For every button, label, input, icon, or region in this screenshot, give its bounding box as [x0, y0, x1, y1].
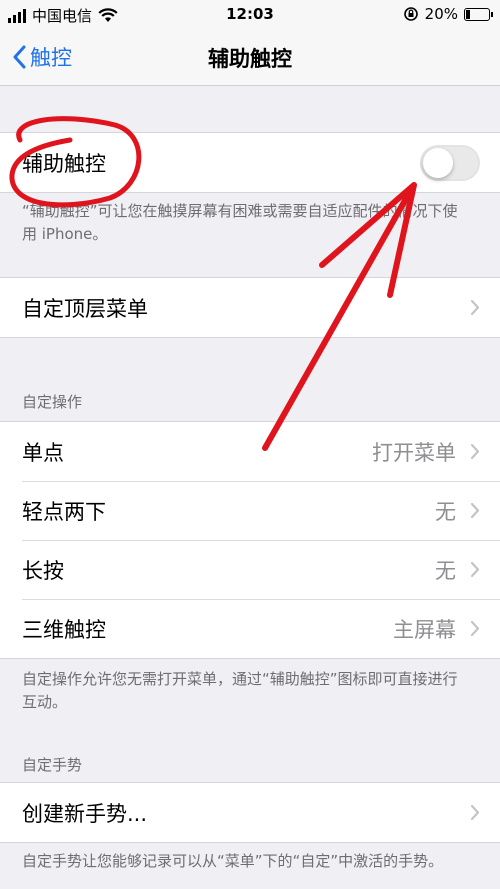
orientation-lock-icon: [403, 7, 418, 21]
navigation-bar: 触控 辅助触控: [0, 30, 500, 86]
action-value: 主屏幕: [393, 617, 456, 642]
custom-gestures-header: 自定手势: [22, 756, 83, 774]
battery-percent: 20%: [424, 5, 458, 23]
assistive-touch-row: 辅助触控: [0, 133, 500, 192]
toggle-knob: [423, 148, 453, 178]
status-bar: 中国电信 12:03 20%: [0, 0, 500, 30]
action-value: 无: [435, 558, 456, 583]
custom-gestures-footnote: 自定手势让您能够记录可以从“菜单”下的“自定”中激活的手势。: [22, 852, 444, 870]
customize-top-menu-label: 自定顶层菜单: [22, 296, 148, 321]
custom-actions-footnote: 自定操作允许您无需打开菜单，通过“辅助触控”图标即可直接进行互动。: [22, 670, 458, 711]
customize-top-menu-row[interactable]: 自定顶层菜单: [0, 278, 500, 337]
create-new-gesture-row[interactable]: 创建新手势...: [0, 783, 500, 842]
custom-gestures-group: 创建新手势...: [0, 782, 500, 843]
assistive-touch-group: 辅助触控: [0, 132, 500, 193]
action-row-long-press[interactable]: 长按 无: [0, 540, 500, 599]
action-row-single-tap[interactable]: 单点 打开菜单: [0, 422, 500, 481]
custom-actions-header: 自定操作: [22, 393, 83, 411]
assistive-touch-footnote: “辅助触控”可让您在触摸屏幕有困难或需要自适应配件的情况下使用 iPhone。: [22, 202, 458, 243]
battery-icon: [464, 7, 493, 21]
custom-actions-group: 单点 打开菜单 轻点两下 无 长按 无 三维触控 主屏幕: [0, 421, 500, 659]
page-title: 辅助触控: [208, 47, 292, 71]
chevron-right-icon: [470, 299, 480, 316]
chevron-right-icon: [470, 443, 480, 460]
top-menu-group: 自定顶层菜单: [0, 277, 500, 338]
chevron-right-icon: [470, 620, 480, 637]
action-value: 无: [435, 499, 456, 524]
create-new-gesture-label: 创建新手势...: [22, 801, 148, 826]
assistive-touch-toggle[interactable]: [420, 145, 480, 181]
chevron-right-icon: [470, 561, 480, 578]
action-label: 单点: [22, 440, 64, 465]
action-label: 轻点两下: [22, 499, 106, 524]
chevron-right-icon: [470, 502, 480, 519]
action-label: 长按: [22, 558, 64, 583]
action-value: 打开菜单: [372, 440, 456, 465]
assistive-touch-label: 辅助触控: [22, 151, 106, 176]
chevron-right-icon: [470, 804, 480, 821]
action-row-3d-touch[interactable]: 三维触控 主屏幕: [0, 599, 500, 658]
action-row-double-tap[interactable]: 轻点两下 无: [0, 481, 500, 540]
action-label: 三维触控: [22, 617, 106, 642]
